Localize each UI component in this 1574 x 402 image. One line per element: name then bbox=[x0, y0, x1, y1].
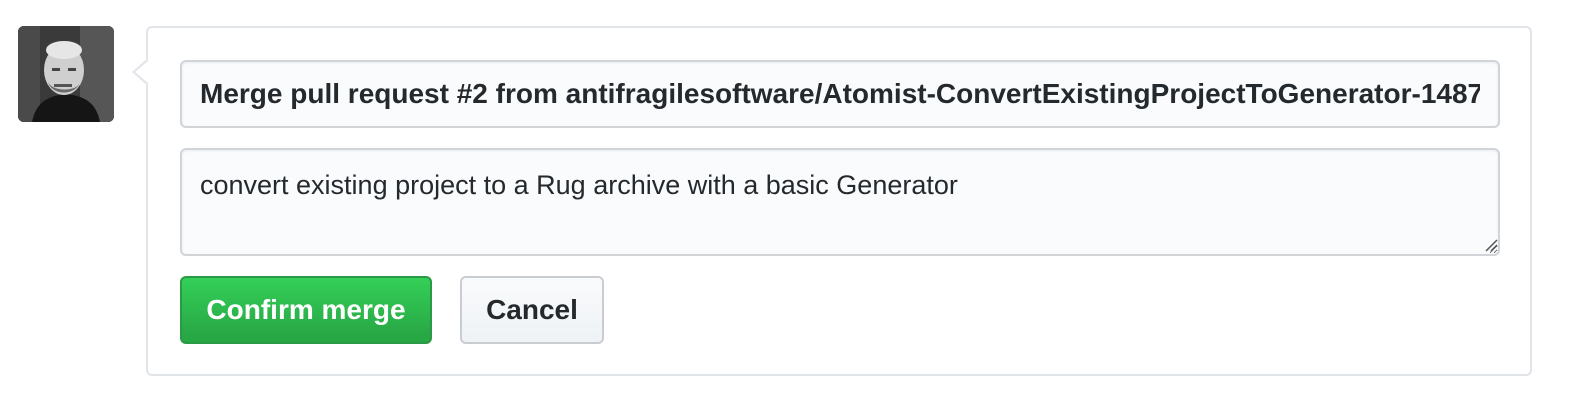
avatar[interactable] bbox=[18, 26, 114, 122]
cancel-button[interactable]: Cancel bbox=[460, 276, 604, 344]
avatar-photo-icon bbox=[18, 26, 114, 122]
merge-form: convert existing project to a Rug archiv… bbox=[132, 26, 1532, 376]
confirm-merge-button[interactable]: Confirm merge bbox=[180, 276, 432, 344]
commit-title-input[interactable] bbox=[180, 60, 1500, 128]
commit-message-textarea[interactable]: convert existing project to a Rug archiv… bbox=[180, 148, 1500, 256]
